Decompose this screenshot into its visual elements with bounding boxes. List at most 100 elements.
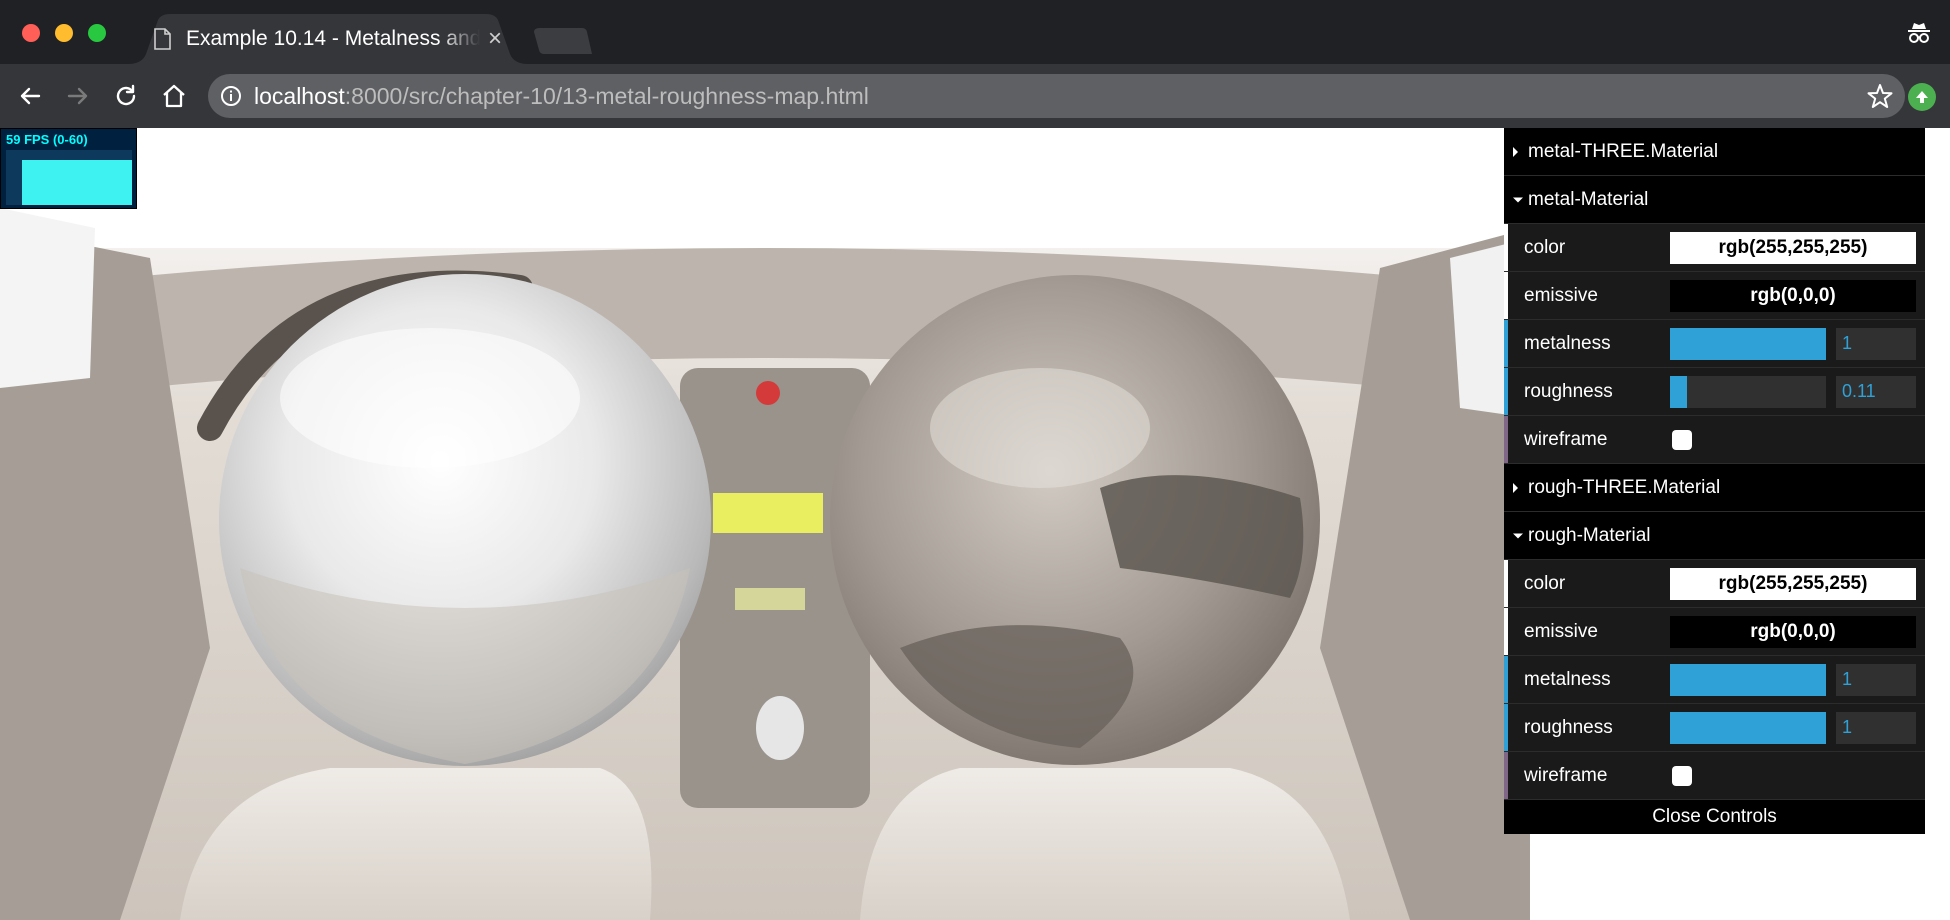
row-accent xyxy=(1504,656,1508,703)
metal-color-row: color rgb(255,255,255) xyxy=(1504,224,1925,272)
metal-color-input[interactable]: rgb(255,255,255) xyxy=(1670,231,1916,264)
row-accent xyxy=(1504,368,1508,415)
metal-roughness-slider[interactable] xyxy=(1670,375,1826,408)
expanded-caret-icon xyxy=(1513,197,1523,202)
metal-color-label: color xyxy=(1524,236,1566,258)
collapsed-caret-icon xyxy=(1513,146,1518,157)
close-controls-button[interactable]: Close Controls xyxy=(1504,800,1925,834)
bookmark-star-icon[interactable] xyxy=(1867,83,1893,109)
info-icon xyxy=(221,86,241,106)
folder-title: metal-THREE.Material xyxy=(1528,140,1719,162)
collapsed-caret-icon xyxy=(1513,482,1518,493)
rough-emissive-label: emissive xyxy=(1524,620,1598,642)
rough-wireframe-checkbox[interactable] xyxy=(1672,765,1692,786)
url-host: localhost xyxy=(254,82,345,109)
gear-knob xyxy=(756,696,804,760)
incognito-icon xyxy=(1908,23,1930,43)
close-window-button[interactable] xyxy=(22,24,40,42)
rough-metalness-row: metalness 1 xyxy=(1504,656,1925,704)
metal-roughness-label: roughness xyxy=(1524,380,1613,402)
slider-fill xyxy=(1670,663,1826,696)
forward-button[interactable] xyxy=(60,78,96,114)
slider-fill xyxy=(1670,327,1826,360)
windshield-top xyxy=(0,128,1530,248)
rough-roughness-label: roughness xyxy=(1524,716,1613,738)
reload-button[interactable] xyxy=(108,78,144,114)
metal-sphere-highlight xyxy=(280,328,580,468)
controls-panel: metal-THREE.Material metal-Material colo… xyxy=(1504,128,1925,834)
back-arrow-icon xyxy=(20,87,41,105)
folder-metal-material[interactable]: metal-Material xyxy=(1504,176,1925,224)
back-button[interactable] xyxy=(12,78,48,114)
right-seat xyxy=(860,768,1350,920)
metal-roughness-input[interactable]: 0.11 xyxy=(1836,375,1916,408)
folder-title: rough-THREE.Material xyxy=(1528,476,1721,498)
url-text: localhost:8000/src/chapter-10/13-metal-r… xyxy=(254,83,869,110)
rough-metalness-label: metalness xyxy=(1524,668,1611,690)
page-viewport: 59 FPS (0-60) metal-THREE.Material metal… xyxy=(0,128,1950,920)
slider-fill xyxy=(1670,375,1688,408)
rough-color-label: color xyxy=(1524,572,1566,594)
browser-titlebar: Example 10.14 - Metalness and roughness … xyxy=(0,0,1950,64)
row-accent xyxy=(1504,752,1508,799)
maximize-window-button[interactable] xyxy=(88,24,106,42)
rough-emissive-row: emissive rgb(0,0,0) xyxy=(1504,608,1925,656)
metal-emissive-row: emissive rgb(0,0,0) xyxy=(1504,272,1925,320)
fps-stats-panel[interactable]: 59 FPS (0-60) xyxy=(0,128,137,209)
metal-wireframe-row: wireframe xyxy=(1504,416,1925,464)
metal-emissive-input[interactable]: rgb(0,0,0) xyxy=(1670,279,1916,312)
folder-rough-material[interactable]: rough-Material xyxy=(1504,512,1925,560)
hazard-button xyxy=(756,381,780,405)
row-accent xyxy=(1504,608,1508,655)
rough-sphere-highlight xyxy=(930,368,1150,488)
rough-roughness-input[interactable]: 1 xyxy=(1836,711,1916,744)
rough-roughness-row: roughness 1 xyxy=(1504,704,1925,752)
tab-title: Example 10.14 - Metalness and roughness … xyxy=(186,27,480,50)
tab-close-icon[interactable]: × xyxy=(488,27,502,51)
metal-roughness-row: roughness 0.11 xyxy=(1504,368,1925,416)
fps-graph xyxy=(6,150,132,205)
metal-emissive-label: emissive xyxy=(1524,284,1598,306)
metal-metalness-label: metalness xyxy=(1524,332,1611,354)
forward-arrow-icon xyxy=(67,87,88,105)
home-button[interactable] xyxy=(156,78,192,114)
document-icon xyxy=(154,27,172,51)
home-icon xyxy=(163,84,185,108)
minimize-window-button[interactable] xyxy=(55,24,73,42)
fps-label: 59 FPS (0-60) xyxy=(6,132,88,147)
rough-wireframe-label: wireframe xyxy=(1524,764,1608,786)
extension-update-icon[interactable] xyxy=(1908,83,1936,111)
active-tab[interactable]: Example 10.14 - Metalness and roughness … xyxy=(150,14,510,64)
console-radio xyxy=(735,588,805,610)
address-bar[interactable]: localhost:8000/src/chapter-10/13-metal-r… xyxy=(208,74,1905,118)
slider-fill xyxy=(1670,711,1826,744)
rough-roughness-slider[interactable] xyxy=(1670,711,1826,744)
reload-icon xyxy=(116,84,136,106)
folder-metal-three-material[interactable]: metal-THREE.Material xyxy=(1504,128,1925,176)
rough-metalness-input[interactable]: 1 xyxy=(1836,663,1916,696)
metal-wireframe-checkbox[interactable] xyxy=(1672,429,1692,450)
row-accent xyxy=(1504,224,1508,271)
rough-metalness-slider[interactable] xyxy=(1670,663,1826,696)
new-tab-button[interactable] xyxy=(534,28,592,54)
three-js-canvas[interactable] xyxy=(0,128,1530,920)
folder-title: metal-Material xyxy=(1528,188,1649,210)
row-accent xyxy=(1504,704,1508,751)
expanded-caret-icon xyxy=(1513,533,1523,538)
left-window xyxy=(0,208,95,388)
row-accent xyxy=(1504,272,1508,319)
metal-metalness-input[interactable]: 1 xyxy=(1836,327,1916,360)
metal-wireframe-label: wireframe xyxy=(1524,428,1608,450)
rough-wireframe-row: wireframe xyxy=(1504,752,1925,800)
fps-graph-bar xyxy=(22,160,132,205)
row-accent xyxy=(1504,320,1508,367)
metal-metalness-row: metalness 1 xyxy=(1504,320,1925,368)
row-accent xyxy=(1504,560,1508,607)
rough-color-input[interactable]: rgb(255,255,255) xyxy=(1670,567,1916,600)
folder-rough-three-material[interactable]: rough-THREE.Material xyxy=(1504,464,1925,512)
rough-emissive-input[interactable]: rgb(0,0,0) xyxy=(1670,615,1916,648)
metal-metalness-slider[interactable] xyxy=(1670,327,1826,360)
browser-toolbar: localhost:8000/src/chapter-10/13-metal-r… xyxy=(0,64,1950,128)
rough-color-row: color rgb(255,255,255) xyxy=(1504,560,1925,608)
console-display xyxy=(713,493,823,533)
